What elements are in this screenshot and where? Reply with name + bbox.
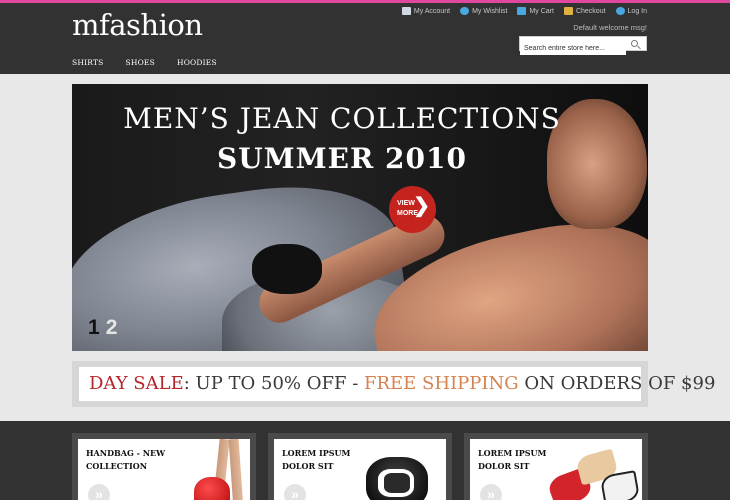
double-chevron-icon[interactable]: » (284, 484, 306, 500)
top-links: My Account My Wishlist My Cart Checkout … (401, 7, 647, 15)
nav-item-shoes[interactable]: SHOES (126, 58, 155, 67)
my-cart-link[interactable]: My Cart (517, 7, 554, 15)
sale-free-shipping: FREE SHIPPING (364, 373, 519, 394)
sale-message[interactable]: DAY SALE: UP TO 50% OFF - FREE SHIPPING … (79, 367, 715, 401)
double-chevron-icon[interactable]: » (480, 484, 502, 500)
featured-card: HANDBAG - NEW COLLECTION » (72, 433, 256, 500)
view-more-button[interactable]: VIEW MORE ❯ (389, 186, 436, 233)
search-icon[interactable] (631, 40, 638, 47)
wishlist-icon (460, 7, 470, 15)
search-input[interactable] (520, 42, 626, 55)
welcome-message: Default welcome msg! (573, 23, 647, 32)
leg-shape (228, 439, 244, 500)
banner-title: MEN’S JEAN COLLECTIONS (123, 102, 561, 135)
main-nav: SHIRTS SHOES HOODIES (72, 58, 217, 67)
double-chevron-icon[interactable]: » (88, 484, 110, 500)
belt-image (366, 447, 436, 500)
log-in-link[interactable]: Log In (615, 7, 647, 15)
featured-section: HANDBAG - NEW COLLECTION » LOREM IPSUM D… (0, 421, 730, 500)
featured-card-title: HANDBAG - NEW COLLECTION (86, 448, 166, 471)
banner-page-2[interactable]: 2 (106, 316, 118, 340)
cart-icon (517, 7, 527, 15)
hero-banner[interactable]: MEN’S JEAN COLLECTIONS SUMMER 2010 VIEW … (72, 84, 648, 351)
checkout-label: Checkout (575, 7, 606, 15)
featured-card: LOREM IPSUM DOLOR SIT » (464, 433, 648, 500)
search-box (519, 36, 647, 55)
nav-item-hoodies[interactable]: HOODIES (177, 58, 217, 67)
sale-day-sale: DAY SALE (89, 373, 184, 394)
sale-orders: ON ORDERS OF $99 (518, 373, 716, 394)
featured-card-body[interactable]: LOREM IPSUM DOLOR SIT » (470, 439, 642, 500)
log-in-label: Log In (627, 7, 647, 15)
featured-card: LOREM IPSUM DOLOR SIT » (268, 433, 452, 500)
banner-page-1[interactable]: 1 (88, 316, 100, 340)
view-more-line1: VIEW (397, 200, 415, 207)
banner-photo-glove (252, 244, 322, 294)
featured-card-title: LOREM IPSUM DOLOR SIT (282, 448, 351, 471)
my-wishlist-label: My Wishlist (472, 7, 508, 15)
checkout-icon (563, 7, 573, 15)
my-account-label: My Account (413, 7, 451, 15)
site-logo[interactable]: mfashion (72, 8, 203, 42)
banner-pager: 1 2 (88, 316, 117, 340)
nav-item-shirts[interactable]: SHIRTS (72, 58, 104, 67)
site-header: mfashion My Account My Wishlist My Cart … (0, 3, 730, 74)
featured-card-body[interactable]: HANDBAG - NEW COLLECTION » (78, 439, 250, 500)
featured-card-body[interactable]: LOREM IPSUM DOLOR SIT » (274, 439, 446, 500)
sale-strip: DAY SALE: UP TO 50% OFF - FREE SHIPPING … (72, 361, 715, 407)
featured-card-title: LOREM IPSUM DOLOR SIT (478, 448, 547, 471)
handbag-image (188, 439, 250, 500)
belt-shape (384, 473, 410, 493)
checkout-link[interactable]: Checkout (563, 7, 606, 15)
my-account-link[interactable]: My Account (401, 7, 451, 15)
my-wishlist-link[interactable]: My Wishlist (460, 7, 507, 15)
banner-subtitle: SUMMER 2010 (217, 142, 467, 175)
sale-discount: : UP TO 50% OFF - (183, 373, 364, 394)
account-icon (401, 7, 411, 15)
handbag-shape (194, 477, 230, 500)
login-icon (615, 7, 625, 15)
my-cart-label: My Cart (529, 7, 554, 15)
chevron-right-icon: ❯ (413, 195, 430, 217)
